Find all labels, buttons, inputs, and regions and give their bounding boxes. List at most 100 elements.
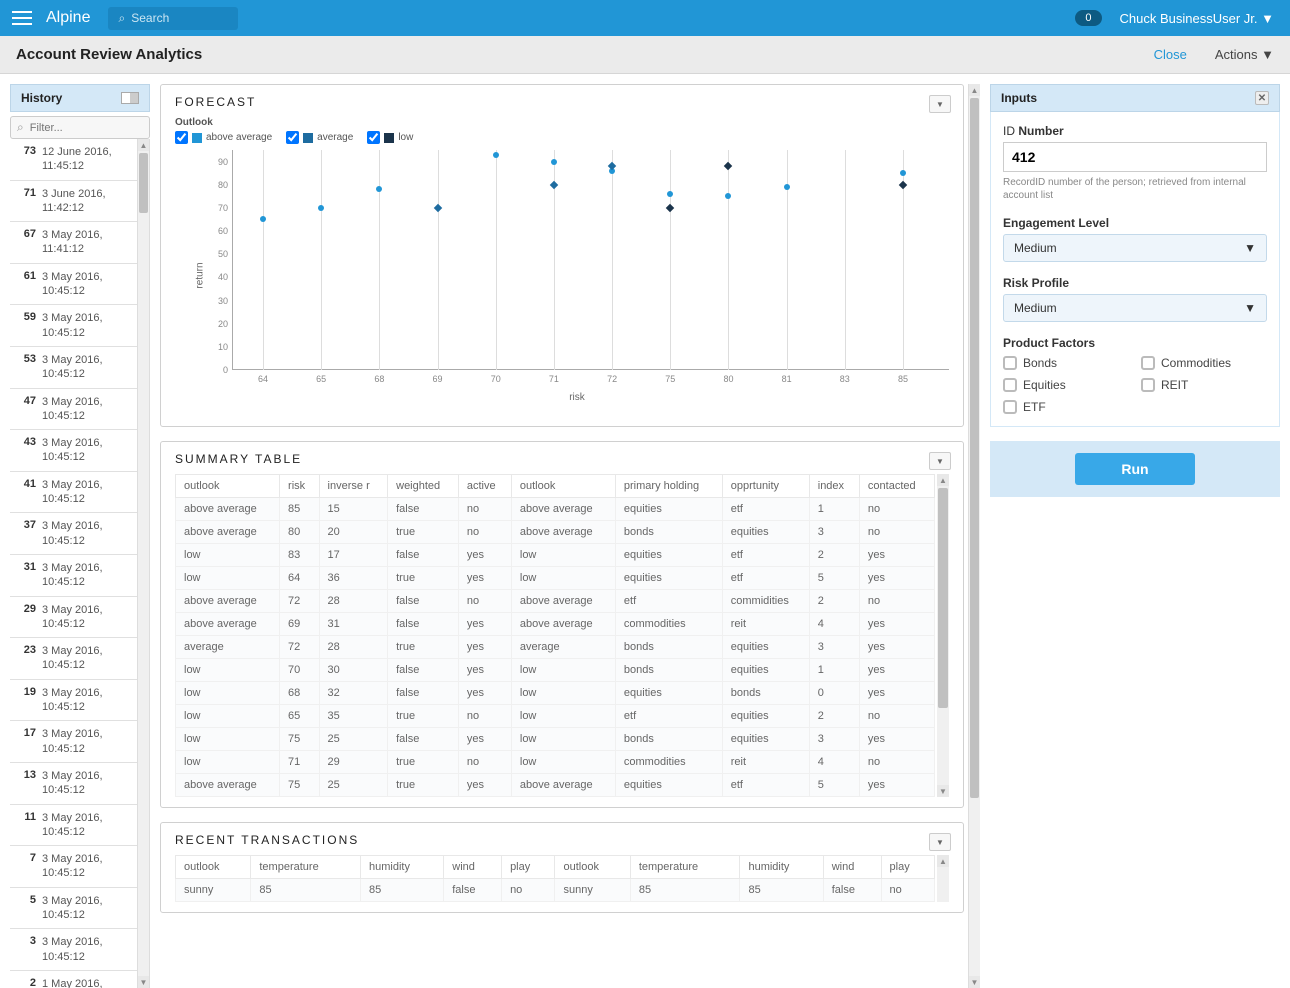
scroll-up-icon[interactable]: ▲ [937,855,949,867]
table-row[interactable]: above average6931falseyesabove averageco… [176,613,935,636]
history-item[interactable]: 133 May 2016, 10:45:12 [10,763,137,805]
factors-label: Product Factors [1003,336,1267,350]
factor-checkbox[interactable]: Commodities [1141,356,1267,370]
table-header: wind [444,856,502,879]
table-row[interactable]: above average8515falsenoabove averageequ… [176,498,935,521]
inputs-panel: Inputs ✕ ID Number RecordID number of th… [990,84,1280,988]
data-point [433,204,441,212]
history-item[interactable]: 53 May 2016, 10:45:12 [10,888,137,930]
table-row[interactable]: low7129truenolowcommoditiesreit4no [176,751,935,774]
history-item[interactable]: 593 May 2016, 10:45:12 [10,305,137,347]
table-row[interactable]: average7228trueyesaveragebondsequities3y… [176,636,935,659]
card-menu-icon[interactable]: ▼ [929,833,951,851]
history-scrollbar[interactable]: ▲ ▼ [137,139,149,988]
brand[interactable]: Alpine [46,9,90,27]
history-item[interactable]: 293 May 2016, 10:45:12 [10,597,137,639]
history-item[interactable]: 713 June 2016, 11:42:12 [10,181,137,223]
table-header: contacted [859,475,934,498]
table-header: primary holding [615,475,722,498]
legend-average[interactable]: average [286,131,353,144]
history-item[interactable]: 673 May 2016, 11:41:12 [10,222,137,264]
page-title: Account Review Analytics [16,46,202,63]
filter-box[interactable]: ⌕ [10,116,150,139]
checkbox-icon [1141,356,1155,370]
id-input[interactable] [1003,142,1267,172]
table-header: opprtunity [722,475,809,498]
inputs-header: Inputs ✕ [990,84,1280,112]
history-item[interactable]: 113 May 2016, 10:45:12 [10,805,137,847]
engagement-select[interactable]: Medium▼ [1003,234,1267,262]
actions-menu[interactable]: Actions ▼ [1215,47,1274,62]
history-item[interactable]: 73 May 2016, 10:45:12 [10,846,137,888]
history-panel: History ⌕ 7312 June 2016, 11:45:12713 Ju… [10,84,150,988]
table-header: play [502,856,555,879]
close-icon[interactable]: ✕ [1255,91,1269,105]
run-button[interactable]: Run [1075,453,1195,485]
id-hint: RecordID number of the person; retrieved… [1003,176,1267,202]
chevron-down-icon: ▼ [1244,241,1256,255]
menu-icon[interactable] [12,11,32,25]
history-item[interactable]: 433 May 2016, 10:45:12 [10,430,137,472]
factor-checkbox[interactable]: ETF [1003,400,1129,414]
history-item[interactable]: 173 May 2016, 10:45:12 [10,721,137,763]
table-row[interactable]: sunny8585falsenosunny8585falseno [176,879,935,902]
panel-toggle-icon[interactable] [121,92,139,104]
legend-low[interactable]: low [367,131,413,144]
history-item[interactable]: 7312 June 2016, 11:45:12 [10,139,137,181]
table-scrollbar[interactable]: ▲ ▼ [937,474,949,797]
scroll-down-icon[interactable]: ▼ [937,785,949,797]
pagebar: Account Review Analytics Close Actions ▼ [0,36,1290,74]
table-row[interactable]: low6436trueyeslowequitiesetf5yes [176,567,935,590]
table-header: index [809,475,859,498]
history-item[interactable]: 413 May 2016, 10:45:12 [10,472,137,514]
history-item[interactable]: 33 May 2016, 10:45:12 [10,929,137,971]
data-point [376,186,382,192]
scroll-down-icon[interactable]: ▼ [138,976,149,988]
table-row[interactable]: above average8020truenoabove averagebond… [176,521,935,544]
chevron-down-icon: ▼ [1244,301,1256,315]
history-item[interactable]: 21 May 2016, [10,971,137,988]
user-menu[interactable]: Chuck BusinessUser Jr. ▼ [1120,11,1274,26]
data-point [260,216,266,222]
table-row[interactable]: low7030falseyeslowbondsequities1yes [176,659,935,682]
table-header: inverse r [319,475,388,498]
scroll-up-icon[interactable]: ▲ [969,84,980,96]
history-item[interactable]: 313 May 2016, 10:45:12 [10,555,137,597]
main-scrollbar[interactable]: ▲ ▼ [968,84,980,988]
history-item[interactable]: 473 May 2016, 10:45:12 [10,389,137,431]
history-item[interactable]: 533 May 2016, 10:45:12 [10,347,137,389]
history-item[interactable]: 233 May 2016, 10:45:12 [10,638,137,680]
table-row[interactable]: above average7525trueyesabove averageequ… [176,774,935,797]
scroll-down-icon[interactable]: ▼ [969,976,980,988]
table-row[interactable]: low6832falseyeslowequitiesbonds0yes [176,682,935,705]
legend-title: Outlook [175,117,949,128]
scroll-up-icon[interactable]: ▲ [937,474,949,486]
notification-badge[interactable]: 0 [1075,10,1101,26]
search-box[interactable]: ⌕ [108,7,238,30]
table-row[interactable]: low8317falseyeslowequitiesetf2yes [176,544,935,567]
id-label: ID Number [1003,124,1267,138]
history-item[interactable]: 193 May 2016, 10:45:12 [10,680,137,722]
card-menu-icon[interactable]: ▼ [929,95,951,113]
factor-checkbox[interactable]: Equities [1003,378,1129,392]
table-row[interactable]: above average7228falsenoabove averageetf… [176,590,935,613]
table-row[interactable]: low7525falseyeslowbondsequities3yes [176,728,935,751]
table-header: outlook [176,856,251,879]
legend-above[interactable]: above average [175,131,272,144]
table-header: wind [823,856,881,879]
risk-select[interactable]: Medium▼ [1003,294,1267,322]
checkbox-icon [1003,378,1017,392]
card-menu-icon[interactable]: ▼ [929,452,951,470]
recent-card: Recent Transactions ▼ outlooktemperature… [160,822,964,913]
history-item[interactable]: 373 May 2016, 10:45:12 [10,513,137,555]
scroll-up-icon[interactable]: ▲ [138,139,149,151]
history-item[interactable]: 613 May 2016, 10:45:12 [10,264,137,306]
factor-checkbox[interactable]: REIT [1141,378,1267,392]
table-scrollbar[interactable]: ▲ [937,855,949,902]
filter-input[interactable] [30,122,143,134]
close-button[interactable]: Close [1154,47,1187,62]
table-row[interactable]: low6535truenolowetfequities2no [176,705,935,728]
y-axis-label: return [195,262,206,288]
factor-checkbox[interactable]: Bonds [1003,356,1129,370]
search-input[interactable] [131,11,228,25]
